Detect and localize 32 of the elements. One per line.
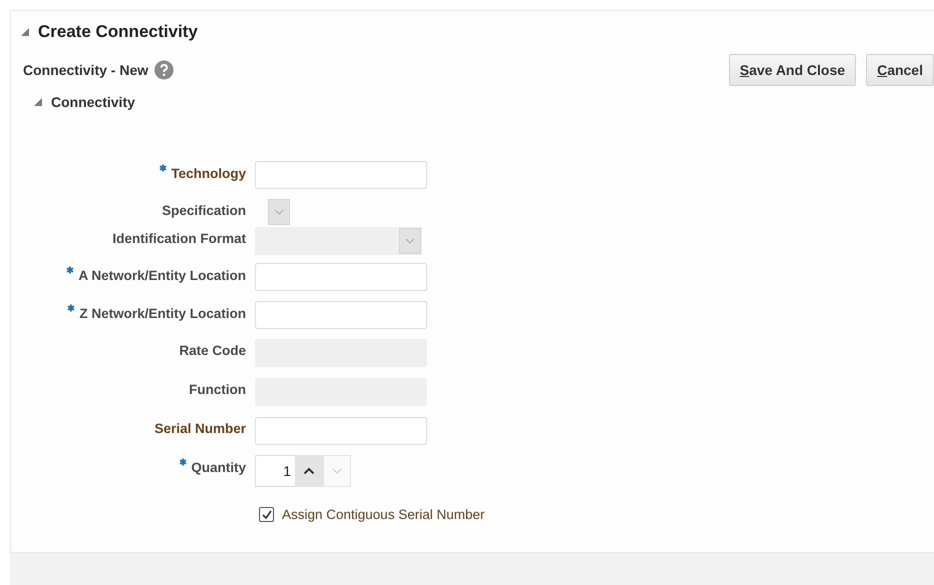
field-label: Identification Format (112, 231, 246, 246)
field-label: Technology (171, 166, 246, 181)
collapse-icon[interactable] (20, 27, 30, 37)
subheader-title: Connectivity - New (23, 62, 148, 78)
chevron-down-icon (274, 209, 284, 215)
chevron-up-icon (303, 467, 315, 475)
chevron-down-icon (405, 238, 415, 244)
collapse-icon[interactable] (33, 97, 43, 107)
field-label: Serial Number (154, 421, 246, 436)
dropdown-button[interactable] (268, 199, 290, 225)
increment-button[interactable] (295, 455, 323, 487)
checkbox[interactable] (259, 507, 274, 522)
cancel-button[interactable]: Cancel (866, 54, 934, 86)
field-label: Z Network/Entity Location (79, 306, 246, 321)
save-and-close-button[interactable]: Save And Close (728, 54, 856, 86)
dropdown-field[interactable] (255, 227, 422, 255)
text-field[interactable] (255, 263, 427, 291)
field-label: Rate Code (179, 343, 246, 358)
text-field[interactable] (255, 301, 427, 329)
field-label: Quantity (191, 460, 246, 475)
quantity-field[interactable]: 1 (255, 455, 295, 487)
text-field[interactable] (255, 161, 427, 189)
page-title: Create Connectivity (38, 22, 198, 42)
field-label: Specification (162, 203, 246, 218)
dropdown-button[interactable] (399, 228, 421, 254)
field-label: Function (189, 382, 246, 397)
text-field[interactable] (255, 417, 427, 445)
section-title: Connectivity (51, 94, 136, 110)
chevron-down-icon (332, 468, 342, 474)
help-icon[interactable] (154, 60, 174, 80)
checkbox-label[interactable]: Assign Contiguous Serial Number (282, 507, 485, 522)
field-label: A Network/Entity Location (78, 268, 246, 283)
